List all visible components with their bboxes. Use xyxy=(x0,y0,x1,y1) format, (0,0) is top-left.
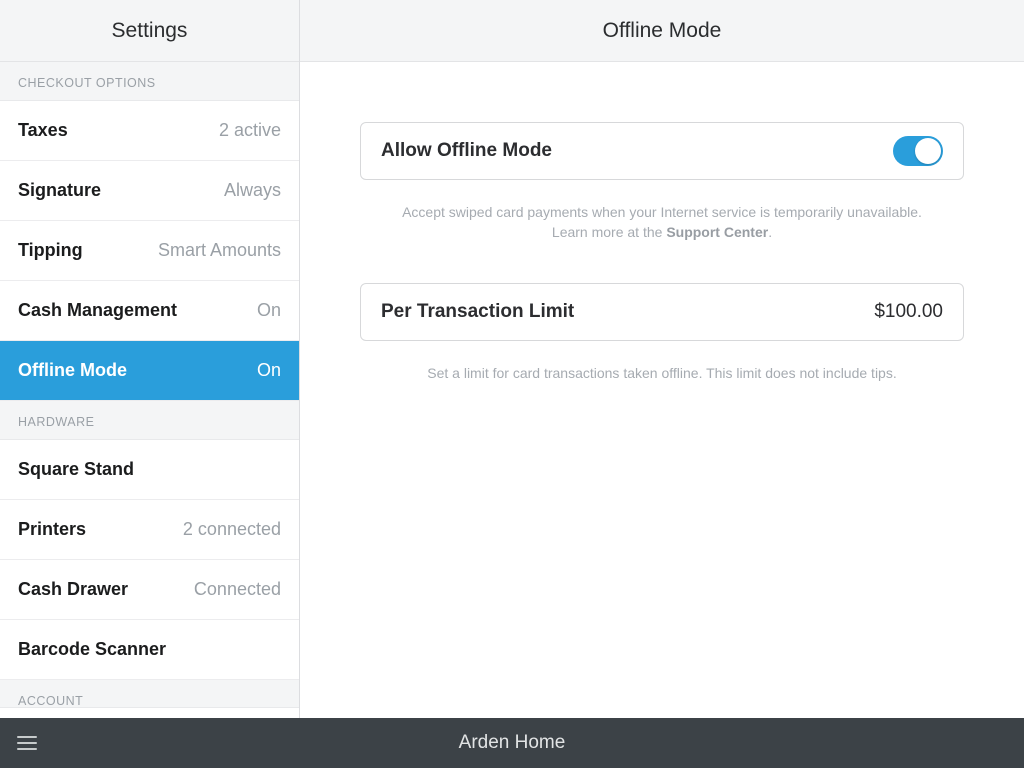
sidebar-title: Settings xyxy=(0,0,299,62)
main-panel: Offline Mode Allow Offline Mode Accept s… xyxy=(300,0,1024,718)
allow-offline-mode-help: Accept swiped card payments when your In… xyxy=(370,202,954,243)
sidebar-item-value: On xyxy=(257,300,281,321)
sidebar-item-label: Cash Drawer xyxy=(18,579,128,600)
help-line-2c: . xyxy=(768,224,772,240)
sidebar-item-tipping[interactable]: Tipping Smart Amounts xyxy=(0,221,299,281)
sidebar-item-signature[interactable]: Signature Always xyxy=(0,161,299,221)
help-line-1: Accept swiped card payments when your In… xyxy=(402,204,922,220)
per-transaction-limit-help: Set a limit for card transactions taken … xyxy=(370,363,954,383)
sidebar-item-barcode-scanner[interactable]: Barcode Scanner xyxy=(0,620,299,680)
sidebar-item-label: Cash Management xyxy=(18,300,177,321)
sidebar-item-value: Smart Amounts xyxy=(158,240,281,261)
per-transaction-limit-value: $100.00 xyxy=(874,301,943,323)
per-transaction-limit-label: Per Transaction Limit xyxy=(381,301,574,323)
sidebar-item-value: Connected xyxy=(194,579,281,600)
allow-offline-mode-label: Allow Offline Mode xyxy=(381,140,552,162)
sidebar-item-label: Tipping xyxy=(18,240,83,261)
help-line-2a: Learn more at the xyxy=(552,224,666,240)
sidebar-item-printers[interactable]: Printers 2 connected xyxy=(0,500,299,560)
sidebar-item-square-stand[interactable]: Square Stand xyxy=(0,440,299,500)
sidebar-item-value: 2 active xyxy=(219,120,281,141)
sidebar-item-value: On xyxy=(257,360,281,381)
page-title: Offline Mode xyxy=(300,0,1024,62)
sidebar-item-cash-drawer[interactable]: Cash Drawer Connected xyxy=(0,560,299,620)
sidebar-item-label: Offline Mode xyxy=(18,360,127,381)
per-transaction-limit-row[interactable]: Per Transaction Limit $100.00 xyxy=(360,283,964,341)
sidebar-item-label: Taxes xyxy=(18,120,68,141)
bottom-bar: Arden Home xyxy=(0,718,1024,768)
sidebar-item-label: Barcode Scanner xyxy=(18,639,166,660)
bottom-bar-title: Arden Home xyxy=(0,732,1024,754)
hamburger-icon xyxy=(17,742,37,744)
allow-offline-mode-toggle[interactable] xyxy=(893,136,943,166)
sidebar-section-account: ACCOUNT xyxy=(0,680,299,708)
sidebar-item-offline-mode[interactable]: Offline Mode On xyxy=(0,341,299,401)
sidebar-item-value: 2 connected xyxy=(183,519,281,540)
sidebar-section-checkout-options: CHECKOUT OPTIONS xyxy=(0,62,299,101)
settings-sidebar: Settings CHECKOUT OPTIONS Taxes 2 active… xyxy=(0,0,300,718)
sidebar-item-cash-management[interactable]: Cash Management On xyxy=(0,281,299,341)
allow-offline-mode-row: Allow Offline Mode xyxy=(360,122,964,180)
toggle-knob xyxy=(915,138,941,164)
sidebar-section-hardware: HARDWARE xyxy=(0,401,299,440)
menu-button[interactable] xyxy=(12,718,42,768)
sidebar-item-label: Signature xyxy=(18,180,101,201)
support-center-link[interactable]: Support Center xyxy=(666,224,768,240)
sidebar-item-label: Square Stand xyxy=(18,459,134,480)
sidebar-item-label: Printers xyxy=(18,519,86,540)
sidebar-item-value: Always xyxy=(224,180,281,201)
sidebar-item-taxes[interactable]: Taxes 2 active xyxy=(0,101,299,161)
